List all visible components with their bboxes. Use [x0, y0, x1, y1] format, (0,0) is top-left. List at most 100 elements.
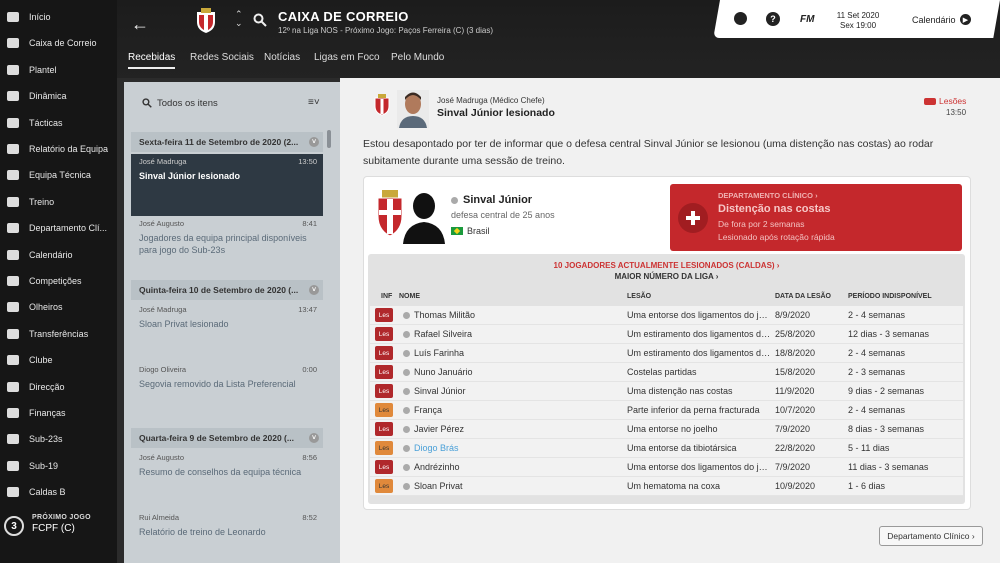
table-row[interactable]: Les Nuno Januário Costelas partidas 15/8/20…: [370, 363, 963, 382]
sidebar-item[interactable]: Transferências: [0, 322, 117, 346]
player-name[interactable]: Sinval Júnior: [414, 386, 466, 396]
column-header-injury[interactable]: LESÃO: [627, 293, 651, 300]
fm-menu-button[interactable]: FM: [800, 14, 814, 25]
inbox-message[interactable]: Rui Almeida 8:52 Relatório de treino de …: [131, 510, 323, 560]
chevron-down-icon[interactable]: ˅: [309, 285, 319, 295]
sidebar-item[interactable]: Departamento Clí...: [0, 216, 117, 240]
tab-recebidas[interactable]: Recebidas: [128, 52, 176, 69]
column-header-inf[interactable]: INF: [381, 293, 392, 300]
sidebar-item[interactable]: Caldas B: [0, 480, 117, 504]
player-name[interactable]: Andrézinho: [414, 462, 460, 472]
sidebar-item[interactable]: Sub-23s: [0, 427, 117, 451]
back-arrow-icon[interactable]: ←: [131, 14, 149, 35]
sidebar-item[interactable]: Relatório da Equipa: [0, 137, 117, 161]
sidebar-item[interactable]: Sub-19: [0, 454, 117, 478]
table-row[interactable]: Les Sloan Privat Um hematoma na coxa 10/9/2…: [370, 477, 963, 496]
chevron-down-icon[interactable]: ˅: [309, 433, 319, 443]
injury-status-badge: Les: [375, 441, 393, 455]
injured-player-name[interactable]: Sinval Júnior: [451, 194, 532, 206]
social-feed-icon[interactable]: [734, 12, 747, 25]
player-name[interactable]: Javier Pérez: [414, 424, 464, 434]
column-header-name[interactable]: NOME: [399, 293, 420, 300]
sidebar-item[interactable]: Olheiros: [0, 295, 117, 319]
club-crest-icon: [377, 190, 403, 237]
calendar-continue-button[interactable]: Calendário: [912, 15, 956, 25]
info-icon: [403, 369, 410, 376]
search-icon[interactable]: [142, 98, 152, 108]
sidebar-item[interactable]: Início: [0, 5, 117, 29]
medical-department-link[interactable]: DEPARTAMENTO CLÍNICO ›: [718, 191, 818, 200]
player-name[interactable]: Diogo Brás: [414, 443, 459, 453]
sort-menu-icon[interactable]: ≡˅: [308, 97, 320, 108]
inbox-message[interactable]: José Augusto 8:41 Jogadores da equipa pr…: [131, 216, 323, 276]
sidebar-item[interactable]: Finanças: [0, 401, 117, 425]
day-header[interactable]: Quarta-feira 9 de Setembro de 2020 (... ˅: [131, 428, 323, 448]
inbox-message[interactable]: José Augusto 8:56 Resumo de conselhos da…: [131, 450, 323, 510]
medical-department-button[interactable]: Departamento Clínico ›: [879, 526, 983, 546]
message-sender-name[interactable]: José Madruga (Médico Chefe): [437, 96, 545, 105]
message-sender: Diogo Oliveira: [139, 365, 187, 374]
search-icon[interactable]: [253, 13, 267, 27]
switch-club-arrows-icon[interactable]: ⌃ ⌄: [235, 10, 243, 28]
sidebar-item[interactable]: Clube: [0, 348, 117, 372]
info-icon: [403, 445, 410, 452]
column-header-period[interactable]: PERÍODO INDISPONÍVEL: [848, 293, 932, 300]
tab-pelo-mundo[interactable]: Pelo Mundo: [391, 52, 444, 67]
sidebar-item[interactable]: Dinâmica: [0, 84, 117, 108]
player-name[interactable]: Nuno Januário: [414, 367, 473, 377]
league-comparison-link[interactable]: MAIOR NÚMERO DA LIGA ›: [368, 272, 965, 281]
inbox-filter[interactable]: Todos os itens ≡˅: [124, 82, 340, 124]
player-name[interactable]: Luís Farinha: [414, 348, 464, 358]
info-icon: [403, 426, 410, 433]
inbox-message[interactable]: Diogo Oliveira 0:00 Segovia removido da …: [131, 362, 323, 422]
sidebar-item[interactable]: Treino: [0, 190, 117, 214]
continue-arrow-icon[interactable]: ▶: [960, 14, 971, 25]
table-row[interactable]: Les Rafael Silveira Um estiramento dos lig…: [370, 325, 963, 344]
sidebar-item[interactable]: Competições: [0, 269, 117, 293]
message-subject: Jogadores da equipa principal disponívei…: [139, 233, 307, 255]
message-sender: José Augusto: [139, 219, 185, 228]
help-icon[interactable]: ?: [766, 12, 780, 26]
tab-redes-sociais[interactable]: Redes Sociais: [190, 52, 254, 67]
chevron-down-icon[interactable]: ˅: [309, 137, 319, 147]
column-header-date[interactable]: DATA DA LESÃO: [775, 293, 831, 300]
sidebar: Início Caixa de Correio Plantel Dinâmica Tác…: [0, 0, 117, 563]
inbox-message[interactable]: José Madruga 13:47 Sloan Privat lesionad…: [131, 302, 323, 362]
sidebar-item[interactable]: Caixa de Correio: [0, 31, 117, 55]
table-row[interactable]: Les Andrézinho Uma entorse dos ligamentos …: [370, 458, 963, 477]
player-name[interactable]: França: [414, 405, 442, 415]
table-row[interactable]: Les Javier Pérez Uma entorse no joelho 7/9/…: [370, 420, 963, 439]
table-row[interactable]: Les Luís Farinha Um estiramento dos ligame…: [370, 344, 963, 363]
club-crest-icon: [197, 8, 215, 33]
table-row[interactable]: Les Thomas Militão Uma entorse dos ligamen…: [370, 306, 963, 325]
table-row[interactable]: Les Sinval Júnior Uma distenção nas costas…: [370, 382, 963, 401]
injury-date: 11/9/2020: [775, 386, 815, 396]
player-name[interactable]: Sloan Privat: [414, 481, 463, 491]
message-time: 0:00: [302, 365, 317, 374]
inbox-scrollbar[interactable]: [327, 130, 331, 148]
day-header[interactable]: Quinta-feira 10 de Setembro de 2020 (...…: [131, 280, 323, 300]
sidebar-item[interactable]: Plantel: [0, 58, 117, 82]
tab-noticias[interactable]: Notícias: [264, 52, 300, 67]
injury-status-badge: Les: [375, 460, 393, 474]
player-name[interactable]: Thomas Militão: [414, 310, 475, 320]
info-icon: [403, 483, 410, 490]
sidebar-item-label: Tácticas: [29, 117, 63, 128]
sidebar-item[interactable]: Equipa Técnica: [0, 163, 117, 187]
inbox-message[interactable]: José Madruga 13:50 Sinval Júnior lesiona…: [131, 154, 323, 216]
sidebar-item[interactable]: Calendário: [0, 243, 117, 267]
table-row[interactable]: Les Diogo Brás Uma entorse da tibiotársica…: [370, 439, 963, 458]
info-icon: [403, 464, 410, 471]
player-name[interactable]: Rafael Silveira: [414, 329, 472, 339]
tab-ligas-em-foco[interactable]: Ligas em Foco: [314, 52, 380, 67]
sidebar-item[interactable]: Direcção: [0, 375, 117, 399]
injured-players-link[interactable]: 10 JOGADORES ACTUALMENTE LESIONADOS (CAL…: [368, 261, 965, 270]
table-row[interactable]: Les França Parte inferior da perna fractur…: [370, 401, 963, 420]
sidebar-item-label: Treino: [29, 196, 55, 207]
injuries-tag[interactable]: Lesões: [924, 96, 966, 106]
sidebar-item[interactable]: Tácticas: [0, 111, 117, 135]
next-match-widget[interactable]: 3 PRÓXIMO JOGO FCPF (C): [0, 508, 117, 548]
day-header[interactable]: Sexta-feira 11 de Setembro de 2020 (2...…: [131, 132, 323, 152]
sidebar-item-label: Início: [29, 12, 51, 22]
injury-date: 7/9/2020: [775, 424, 811, 434]
